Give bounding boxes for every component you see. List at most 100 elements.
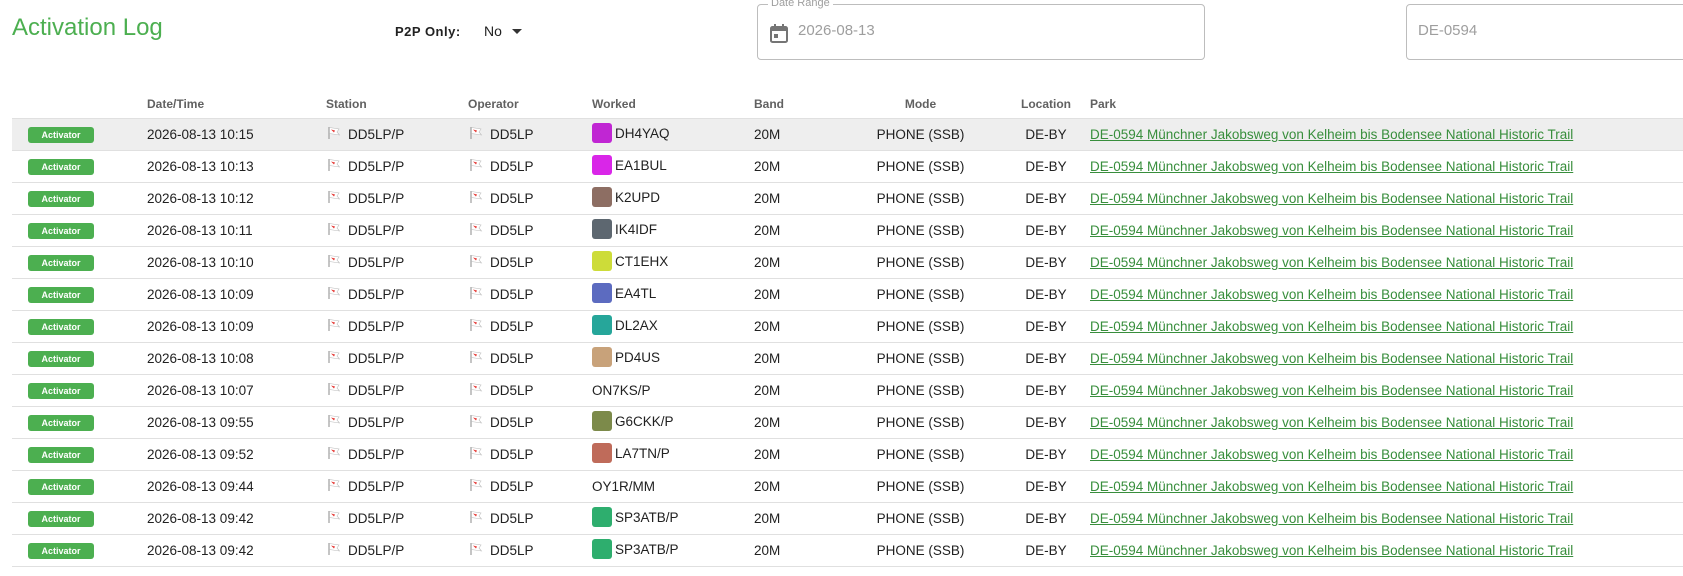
datetime-cell: 2026-08-13 10:10: [147, 246, 326, 279]
operator-cell: DD5LP: [490, 127, 534, 142]
station-cell: DD5LP/P: [348, 351, 405, 366]
table-row[interactable]: Activator 2026-08-13 09:52 DD5LP/P DD5LP LA7…: [12, 438, 1683, 471]
station-cell: DD5LP/P: [348, 447, 405, 462]
park-link[interactable]: DE-0594 Münchner Jakobsweg von Kelheim b…: [1090, 159, 1573, 174]
station-cell: DD5LP/P: [348, 383, 405, 398]
flag-icon: [468, 317, 490, 336]
worked-cell: PD4US: [615, 349, 661, 365]
mode-cell: PHONE (SSB): [839, 470, 1002, 503]
park-link[interactable]: DE-0594 Münchner Jakobsweg von Kelheim b…: [1090, 319, 1573, 334]
station-cell: DD5LP/P: [348, 287, 405, 302]
location-cell: DE-BY: [1002, 342, 1090, 375]
park-link[interactable]: DE-0594 Münchner Jakobsweg von Kelheim b…: [1090, 255, 1573, 270]
column-header-datetime[interactable]: Date/Time: [147, 90, 326, 119]
flag-icon: [326, 253, 348, 272]
table-row[interactable]: Activator 2026-08-13 10:12 DD5LP/P DD5LP K2U…: [12, 182, 1683, 215]
p2p-only-select[interactable]: No: [484, 23, 522, 39]
park-input[interactable]: [1418, 22, 1678, 39]
datetime-cell: 2026-08-13 10:08: [147, 342, 326, 375]
park-link[interactable]: DE-0594 Münchner Jakobsweg von Kelheim b…: [1090, 415, 1573, 430]
flag-icon: [326, 509, 348, 528]
table-row[interactable]: Activator 2026-08-13 10:09 DD5LP/P DD5LP EA4…: [12, 278, 1683, 311]
park-link[interactable]: DE-0594 Münchner Jakobsweg von Kelheim b…: [1090, 287, 1573, 302]
station-cell: DD5LP/P: [348, 415, 405, 430]
park-link[interactable]: DE-0594 Münchner Jakobsweg von Kelheim b…: [1090, 223, 1573, 238]
mode-cell: PHONE (SSB): [839, 438, 1002, 471]
table-row[interactable]: Activator 2026-08-13 10:07 DD5LP/P DD5LP ON7…: [12, 374, 1683, 407]
mode-cell: PHONE (SSB): [839, 118, 1002, 151]
datetime-cell: 2026-08-13 10:13: [147, 150, 326, 183]
table-row[interactable]: Activator 2026-08-13 10:15 DD5LP/P DD5LP DH4…: [12, 118, 1683, 151]
column-header-operator[interactable]: Operator: [468, 90, 592, 119]
datetime-cell: 2026-08-13 10:07: [147, 374, 326, 407]
flag-icon: [326, 413, 348, 432]
park-link[interactable]: DE-0594 Münchner Jakobsweg von Kelheim b…: [1090, 127, 1573, 142]
park-link[interactable]: DE-0594 Münchner Jakobsweg von Kelheim b…: [1090, 383, 1573, 398]
operator-avatar-icon: [592, 443, 612, 463]
table-row[interactable]: Activator 2026-08-13 09:42 DD5LP/P DD5LP SP3…: [12, 502, 1683, 535]
calendar-icon[interactable]: [770, 24, 788, 43]
activation-log-table: Date/Time Station Operator Worked Band M…: [12, 90, 1683, 567]
role-badge: Activator: [28, 127, 94, 143]
date-range-label: Date Range: [768, 0, 833, 9]
worked-cell: CT1EHX: [615, 253, 669, 269]
flag-icon: [468, 253, 490, 272]
column-header-station[interactable]: Station: [326, 90, 468, 119]
operator-cell: DD5LP: [490, 223, 534, 238]
table-row[interactable]: Activator 2026-08-13 09:55 DD5LP/P DD5LP G6C…: [12, 406, 1683, 439]
column-header-worked[interactable]: Worked: [592, 90, 754, 119]
station-cell: DD5LP/P: [348, 127, 405, 142]
table-row[interactable]: Activator 2026-08-13 10:08 DD5LP/P DD5LP PD4…: [12, 342, 1683, 375]
station-cell: DD5LP/P: [348, 543, 405, 558]
location-cell: DE-BY: [1002, 182, 1090, 215]
table-row[interactable]: Activator 2026-08-13 10:11 DD5LP/P DD5LP IK4…: [12, 214, 1683, 247]
column-header-park[interactable]: Park: [1090, 90, 1683, 119]
location-cell: DE-BY: [1002, 438, 1090, 471]
operator-avatar-icon: [592, 187, 612, 207]
station-cell: DD5LP/P: [348, 479, 405, 494]
park-link[interactable]: DE-0594 Münchner Jakobsweg von Kelheim b…: [1090, 191, 1573, 206]
park-link[interactable]: DE-0594 Münchner Jakobsweg von Kelheim b…: [1090, 511, 1573, 526]
table-row[interactable]: Activator 2026-08-13 09:42 DD5LP/P DD5LP SP3…: [12, 534, 1683, 567]
park-link[interactable]: DE-0594 Münchner Jakobsweg von Kelheim b…: [1090, 447, 1573, 462]
location-cell: DE-BY: [1002, 246, 1090, 279]
table-row[interactable]: Activator 2026-08-13 10:09 DD5LP/P DD5LP DL2…: [12, 310, 1683, 343]
table-row[interactable]: Activator 2026-08-13 10:13 DD5LP/P DD5LP EA1…: [12, 150, 1683, 183]
park-link[interactable]: DE-0594 Münchner Jakobsweg von Kelheim b…: [1090, 351, 1573, 366]
date-range-input[interactable]: [798, 22, 1178, 39]
flag-icon: [468, 445, 490, 464]
operator-cell: DD5LP: [490, 415, 534, 430]
flag-icon: [326, 477, 348, 496]
role-badge: Activator: [28, 479, 94, 495]
worked-cell: SP3ATB/P: [615, 509, 679, 525]
datetime-cell: 2026-08-13 10:09: [147, 278, 326, 311]
worked-cell: IK4IDF: [615, 221, 658, 237]
location-cell: DE-BY: [1002, 406, 1090, 439]
operator-cell: DD5LP: [490, 287, 534, 302]
worked-cell: K2UPD: [615, 189, 661, 205]
column-header-location[interactable]: Location: [1002, 90, 1090, 119]
station-cell: DD5LP/P: [348, 511, 405, 526]
role-badge: Activator: [28, 191, 94, 207]
datetime-cell: 2026-08-13 09:44: [147, 470, 326, 503]
column-header-band[interactable]: Band: [754, 90, 839, 119]
column-header-mode[interactable]: Mode: [839, 90, 1002, 119]
park-link[interactable]: DE-0594 Münchner Jakobsweg von Kelheim b…: [1090, 543, 1573, 558]
operator-cell: DD5LP: [490, 351, 534, 366]
station-cell: DD5LP/P: [348, 223, 405, 238]
operator-avatar-icon: [592, 123, 612, 143]
park-link[interactable]: DE-0594 Münchner Jakobsweg von Kelheim b…: [1090, 479, 1573, 494]
mode-cell: PHONE (SSB): [839, 150, 1002, 183]
flag-icon: [468, 477, 490, 496]
operator-cell: DD5LP: [490, 447, 534, 462]
band-cell: 20M: [754, 150, 839, 183]
table-row[interactable]: Activator 2026-08-13 09:44 DD5LP/P DD5LP OY1…: [12, 470, 1683, 503]
flag-icon: [468, 413, 490, 432]
location-cell: DE-BY: [1002, 118, 1090, 151]
band-cell: 20M: [754, 278, 839, 311]
location-cell: DE-BY: [1002, 150, 1090, 183]
table-row[interactable]: Activator 2026-08-13 10:10 DD5LP/P DD5LP CT1…: [12, 246, 1683, 279]
park-field[interactable]: [1406, 4, 1683, 60]
band-cell: 20M: [754, 342, 839, 375]
date-range-field[interactable]: Date Range: [757, 0, 1205, 60]
